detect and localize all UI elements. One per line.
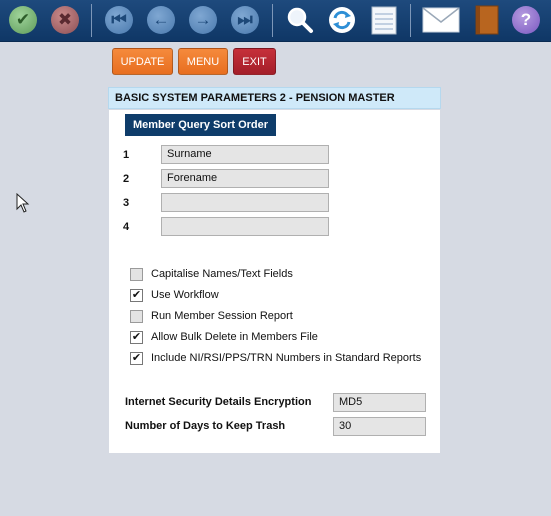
bulk-delete-checkbox[interactable]: ✔ [130, 331, 143, 344]
use-workflow-label: Use Workflow [151, 289, 219, 301]
search-icon[interactable] [285, 5, 315, 35]
toolbar-separator [410, 4, 411, 37]
sort-field-3[interactable] [161, 193, 329, 212]
use-workflow-checkbox[interactable]: ✔ [130, 289, 143, 302]
help-glyph: ? [512, 6, 540, 34]
toolbar: ✔ ✖ ⏮ ← → ⏭ ? [0, 0, 551, 42]
menu-button[interactable]: MENU [178, 48, 228, 75]
mouse-cursor-icon [16, 193, 30, 213]
include-numbers-label: Include NI/RSI/PPS/TRN Numbers in Standa… [151, 352, 422, 364]
mail-icon[interactable] [421, 5, 461, 35]
sort-row-number: 2 [123, 173, 130, 185]
trash-days-label: Number of Days to Keep Trash [125, 420, 286, 432]
encryption-label: Internet Security Details Encryption [125, 396, 312, 408]
bulk-delete-label: Allow Bulk Delete in Members File [151, 331, 318, 343]
sort-field-4[interactable] [161, 217, 329, 236]
toolbar-separator [91, 4, 92, 37]
previous-icon[interactable]: ← [146, 5, 176, 35]
first-record-icon[interactable]: ⏮ [104, 5, 134, 35]
sort-field-1[interactable]: Surname [161, 145, 329, 164]
check-icon[interactable]: ✔ [8, 5, 38, 35]
include-numbers-checkbox[interactable]: ✔ [130, 352, 143, 365]
capitalise-names-checkbox[interactable] [130, 268, 143, 281]
sort-field-2[interactable]: Forename [161, 169, 329, 188]
run-session-report-label: Run Member Session Report [151, 310, 293, 322]
toolbar-separator [272, 4, 273, 37]
notepad-icon[interactable] [369, 5, 399, 35]
sort-order-heading: Member Query Sort Order [125, 114, 276, 136]
refresh-icon[interactable] [327, 5, 357, 35]
run-session-report-checkbox[interactable] [130, 310, 143, 323]
book-icon[interactable] [472, 5, 502, 35]
last-record-icon[interactable]: ⏭ [230, 5, 260, 35]
sort-row-number: 1 [123, 149, 130, 161]
sort-row-number: 4 [123, 221, 130, 233]
sort-row-number: 3 [123, 197, 130, 209]
next-icon[interactable]: → [188, 5, 218, 35]
help-icon[interactable]: ? [511, 5, 541, 35]
trash-days-field[interactable]: 30 [333, 417, 426, 436]
capitalise-names-label: Capitalise Names/Text Fields [151, 268, 293, 280]
update-button[interactable]: UPDATE [112, 48, 173, 75]
panel-title: BASIC SYSTEM PARAMETERS 2 - PENSION MAST… [108, 87, 441, 124]
encryption-field[interactable]: MD5 [333, 393, 426, 412]
exit-button[interactable]: EXIT [233, 48, 276, 75]
cancel-icon[interactable]: ✖ [50, 5, 80, 35]
